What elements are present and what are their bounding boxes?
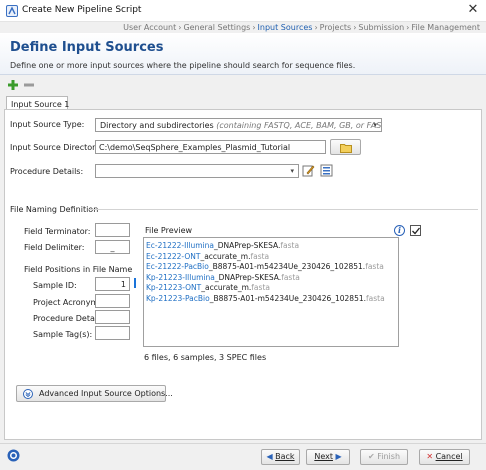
next-button[interactable]: Next ▶: [306, 449, 350, 465]
breadcrumb-separator: ›: [178, 23, 182, 32]
breadcrumb: User Account › General Settings › Input Sour…: [123, 23, 480, 32]
procedure-details-label: Procedure Details:: [10, 167, 84, 176]
field-delimiter-input[interactable]: _: [95, 240, 130, 254]
finish-button[interactable]: ✔ Finish: [360, 449, 408, 465]
page-title: Define Input Sources: [10, 40, 164, 55]
breadcrumb-separator: ›: [353, 23, 357, 32]
file-name-ext: fasta: [281, 272, 300, 282]
text-cursor: [134, 278, 136, 288]
add-icon[interactable]: [8, 80, 18, 90]
file-naming-section-title: File Naming Definition: [10, 205, 99, 214]
file-preview-title: File Preview: [145, 226, 193, 235]
list-icon[interactable]: [320, 164, 333, 177]
field-terminator-input[interactable]: [95, 223, 130, 237]
file-name-rest: _DNAPrep-SKESA.: [214, 272, 282, 282]
procedure-details-position-input[interactable]: [95, 310, 130, 324]
expand-icon: [23, 389, 33, 399]
back-button[interactable]: ◀ Back: [261, 449, 300, 465]
file-name-rest: _accurate_m.: [200, 251, 251, 261]
app-icon: [6, 5, 18, 17]
info-icon[interactable]: i: [394, 225, 405, 236]
file-name-prefix: Kp-21223-PacBio: [146, 293, 210, 303]
file-preview-row: Kp-21223-Illumina_DNAPrep-SKESA.fasta: [146, 273, 396, 284]
finish-label: Finish: [377, 452, 401, 461]
file-preview-row: Kp-21223-ONT_accurate_m.fasta: [146, 283, 396, 294]
file-name-rest: _B8875-A01-m54234Ue_230426_102851.: [209, 293, 367, 303]
checkmark-icon: [412, 227, 420, 235]
file-name-prefix: Kp-21223-ONT: [146, 283, 202, 292]
sample-tags-label: Sample Tag(s):: [33, 330, 93, 339]
next-arrow-icon: ▶: [335, 452, 342, 461]
file-name-prefix: Ec-21222-ONT: [146, 251, 201, 261]
finish-icon: ✔: [367, 452, 375, 461]
procedure-details-select[interactable]: ▾: [95, 164, 299, 178]
breadcrumb-item[interactable]: User Account: [123, 23, 176, 32]
field-positions-title: Field Positions in File Name: [24, 265, 133, 274]
input-source-type-label: Input Source Type:: [10, 120, 85, 129]
file-name-ext: fasta: [250, 251, 270, 261]
close-icon[interactable]: ✕: [466, 3, 480, 17]
breadcrumb-separator: ›: [314, 23, 318, 32]
next-label: Next: [314, 452, 333, 461]
breadcrumb-item[interactable]: Input Sources: [258, 23, 313, 32]
edit-icon[interactable]: [302, 164, 315, 177]
sample-id-input[interactable]: 1: [95, 277, 130, 291]
file-name-prefix: Ec-21222-PacBio: [146, 262, 209, 271]
tab-input-source-1[interactable]: Input Source 1: [6, 96, 69, 110]
dropdown-arrow-icon: ▾: [290, 167, 294, 175]
input-source-directory-field[interactable]: C:\demo\SeqSphere_Examples_Plasmid_Tutor…: [95, 140, 326, 154]
advanced-options-button[interactable]: Advanced Input Source Options...: [16, 385, 173, 402]
breadcrumb-separator: ›: [252, 23, 256, 32]
section-divider: [88, 209, 478, 210]
breadcrumb-item[interactable]: Submission: [358, 23, 404, 32]
back-label: Back: [275, 452, 295, 461]
file-preview-row: Ec-21222-PacBio_B8875-A01-m54234Ue_23042…: [146, 262, 396, 273]
file-name-ext: fasta: [366, 293, 385, 303]
breadcrumb-item[interactable]: File Management: [411, 23, 480, 32]
page-subtitle: Define one or more input sources where t…: [10, 61, 356, 70]
footer-bar: [0, 443, 486, 470]
browse-folder-button[interactable]: [330, 139, 361, 155]
checkbox-icon[interactable]: [410, 225, 421, 236]
window-title: Create New Pipeline Script: [22, 5, 142, 15]
file-preview-row: Ec-21222-ONT_accurate_m.fasta: [146, 252, 396, 263]
file-preview-list[interactable]: Ec-21222-Illumina_DNAPrep-SKESA.fasta Ec-…: [143, 237, 399, 347]
folder-icon: [340, 144, 352, 153]
cancel-icon: ✕: [426, 452, 434, 461]
cancel-label: Cancel: [435, 452, 463, 461]
file-name-ext: fasta: [365, 262, 384, 271]
remove-icon[interactable]: [24, 80, 34, 90]
file-name-rest: _accurate_m.: [201, 283, 252, 292]
file-name-prefix: Kp-21223-Illumina: [146, 272, 215, 282]
file-name-prefix: Ec-21222-Illumina: [146, 241, 215, 250]
file-name-ext: fasta: [251, 283, 270, 292]
field-terminator-label: Field Terminator:: [24, 227, 91, 236]
project-acronym-label: Project Acronym:: [33, 298, 101, 307]
file-name-ext: fasta: [280, 241, 300, 250]
dropdown-arrow-icon: ▾: [373, 121, 377, 129]
breadcrumb-item[interactable]: Projects: [320, 23, 352, 32]
file-name-rest: _B8875-A01-m54234Ue_230426_102851.: [208, 262, 366, 271]
input-source-type-value: Directory and subdirectories: [100, 121, 214, 130]
file-name-rest: _DNAPrep-SKESA.: [214, 241, 281, 250]
help-icon[interactable]: [7, 449, 20, 462]
file-preview-summary: 6 files, 6 samples, 3 SPEC files: [144, 353, 267, 362]
cancel-button[interactable]: ✕ Cancel: [419, 449, 470, 465]
project-acronym-input[interactable]: [95, 294, 130, 308]
sample-id-label: Sample ID:: [33, 281, 77, 290]
field-delimiter-label: Field Delimiter:: [24, 243, 85, 252]
input-source-type-hint: (containing FASTQ, ACE, BAM, GB, or FAST…: [216, 121, 382, 130]
back-arrow-icon: ◀: [266, 452, 273, 461]
file-preview-row: Kp-21223-PacBio_B8875-A01-m54234Ue_23042…: [146, 294, 396, 305]
sample-tags-input[interactable]: [95, 326, 130, 340]
advanced-options-label: Advanced Input Source Options...: [39, 389, 173, 398]
file-preview-row: Ec-21222-Illumina_DNAPrep-SKESA.fasta: [146, 241, 396, 252]
breadcrumb-separator: ›: [406, 23, 410, 32]
input-source-directory-label: Input Source Directory:: [10, 143, 103, 152]
breadcrumb-item[interactable]: General Settings: [183, 23, 250, 32]
input-source-type-select[interactable]: Directory and subdirectories (containing…: [95, 118, 382, 132]
